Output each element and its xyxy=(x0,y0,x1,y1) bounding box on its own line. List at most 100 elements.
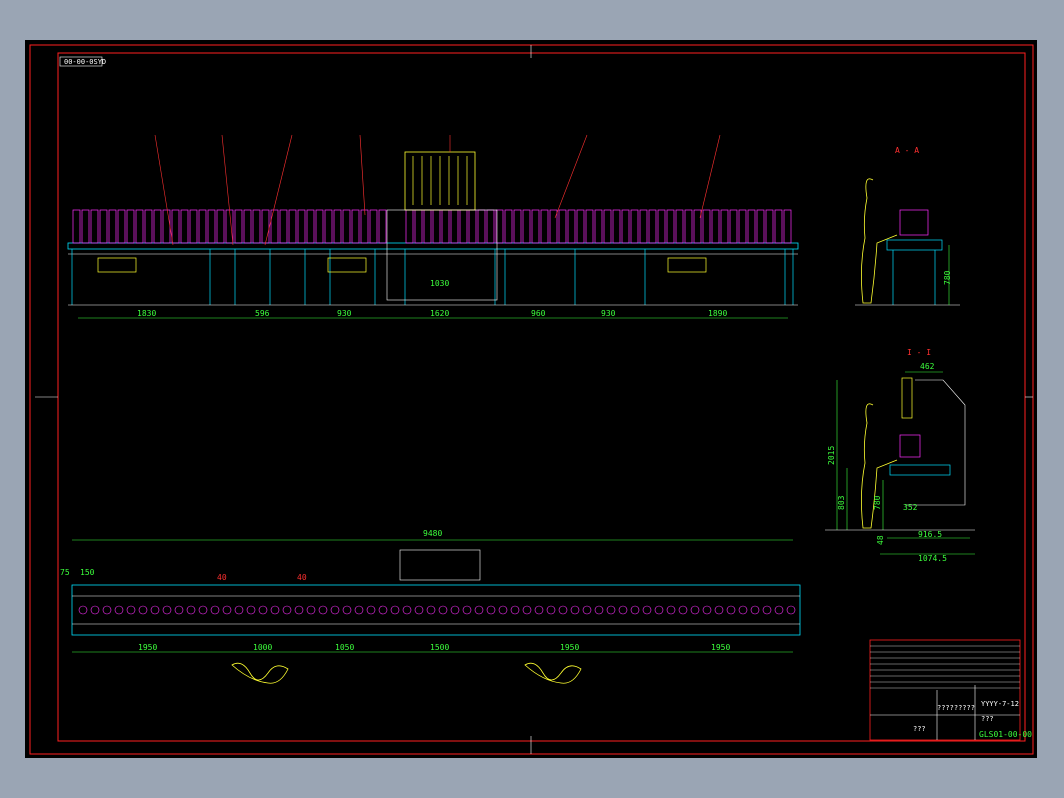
product-rack xyxy=(612,209,621,244)
plan-roller xyxy=(282,605,292,615)
plan-roller xyxy=(762,605,772,615)
plan-roller xyxy=(306,605,316,615)
plan-roller xyxy=(198,605,208,615)
product-rack xyxy=(639,209,648,244)
plan-roller xyxy=(582,605,592,615)
section-b-label: I - I xyxy=(907,348,931,357)
inner-frame xyxy=(57,52,1026,742)
product-rack xyxy=(558,209,567,244)
product-rack xyxy=(144,209,153,244)
product-rack xyxy=(441,209,450,244)
product-rack xyxy=(585,209,594,244)
title-block: YYYY-7-12 ??? ????????? ??? GLS01-00-00 xyxy=(869,639,1032,741)
product-rack xyxy=(522,209,531,244)
product-rack xyxy=(288,209,297,244)
product-rack xyxy=(711,209,720,244)
operator-silhouette-a xyxy=(861,178,898,304)
cad-drawing: 00-00-0SYD 1830 596 930 1030 1620 960 93… xyxy=(29,44,1034,755)
title-field-q: ??? xyxy=(981,715,994,723)
product-rack xyxy=(405,209,414,244)
plan-roller xyxy=(462,605,472,615)
product-rack xyxy=(234,209,243,244)
product-rack xyxy=(423,209,432,244)
plan-roller xyxy=(114,605,124,615)
product-rack xyxy=(675,209,684,244)
plan-roller xyxy=(150,605,160,615)
plan-roller xyxy=(78,605,88,615)
product-rack xyxy=(540,209,549,244)
section-a-a: A - A 780 xyxy=(855,146,960,306)
plan-roller xyxy=(498,605,508,615)
product-rack xyxy=(504,209,513,244)
product-rack xyxy=(378,209,387,244)
dim-top-2: 930 xyxy=(337,309,352,318)
plan-roller xyxy=(534,605,544,615)
product-rack xyxy=(360,209,369,244)
dim-b-0: 462 xyxy=(920,362,935,371)
product-rack xyxy=(765,209,774,244)
plan-roller xyxy=(522,605,532,615)
plan-roller xyxy=(594,605,604,615)
product-rack xyxy=(270,209,279,244)
product-rack xyxy=(81,209,90,244)
product-rack xyxy=(477,209,486,244)
plan-roller xyxy=(570,605,580,615)
plan-roller xyxy=(126,605,136,615)
product-rack xyxy=(180,209,189,244)
product-rack xyxy=(153,209,162,244)
product-rack xyxy=(315,209,324,244)
product-rack xyxy=(432,209,441,244)
plan-roller xyxy=(426,605,436,615)
dim-bottom-9: 1950 xyxy=(560,643,579,652)
plan-roller xyxy=(486,605,496,615)
plan-roller xyxy=(726,605,736,615)
motor-3 xyxy=(667,257,707,273)
product-rack xyxy=(225,209,234,244)
dim-b-6: 916.5 xyxy=(918,530,942,539)
plan-roller xyxy=(690,605,700,615)
plan-roller xyxy=(270,605,280,615)
plan-roller xyxy=(414,605,424,615)
plan-roller xyxy=(606,605,616,615)
plan-roller xyxy=(450,605,460,615)
plan-roller xyxy=(222,605,232,615)
product-rack xyxy=(99,209,108,244)
title-field-q3: ??? xyxy=(913,725,926,733)
product-rack xyxy=(252,209,261,244)
plan-roller xyxy=(474,605,484,615)
dim-top-1: 596 xyxy=(255,309,270,318)
product-rack xyxy=(486,209,495,244)
plan-roller xyxy=(390,605,400,615)
plan-roller xyxy=(90,605,100,615)
product-rack xyxy=(135,209,144,244)
product-rack xyxy=(171,209,180,244)
plan-roller xyxy=(210,605,220,615)
product-rack xyxy=(126,209,135,244)
product-rack xyxy=(621,209,630,244)
section-a-label: A - A xyxy=(895,146,919,155)
dim-bottom-8: 1500 xyxy=(430,643,449,652)
product-rack xyxy=(414,209,423,244)
plan-roller xyxy=(750,605,760,615)
outer-frame xyxy=(29,44,1034,755)
drawing-number: GLS01-00-00 xyxy=(979,730,1032,739)
plan-roller xyxy=(186,605,196,615)
plan-roller xyxy=(330,605,340,615)
title-field-q2: ????????? xyxy=(937,704,975,712)
product-rack xyxy=(576,209,585,244)
dim-top-6: 930 xyxy=(601,309,616,318)
plan-roller xyxy=(774,605,784,615)
dim-bottom-2: 40 xyxy=(217,573,227,582)
product-rack xyxy=(747,209,756,244)
motor-1 xyxy=(97,257,137,273)
dim-bottom-10: 1950 xyxy=(711,643,730,652)
plan-roller xyxy=(102,605,112,615)
product-rack xyxy=(90,209,99,244)
plan-roller xyxy=(438,605,448,615)
product-rack xyxy=(297,209,306,244)
plan-roller xyxy=(546,605,556,615)
plan-roller xyxy=(234,605,244,615)
product-rack xyxy=(459,209,468,244)
plan-roller xyxy=(618,605,628,615)
dim-top-4: 1620 xyxy=(430,309,449,318)
